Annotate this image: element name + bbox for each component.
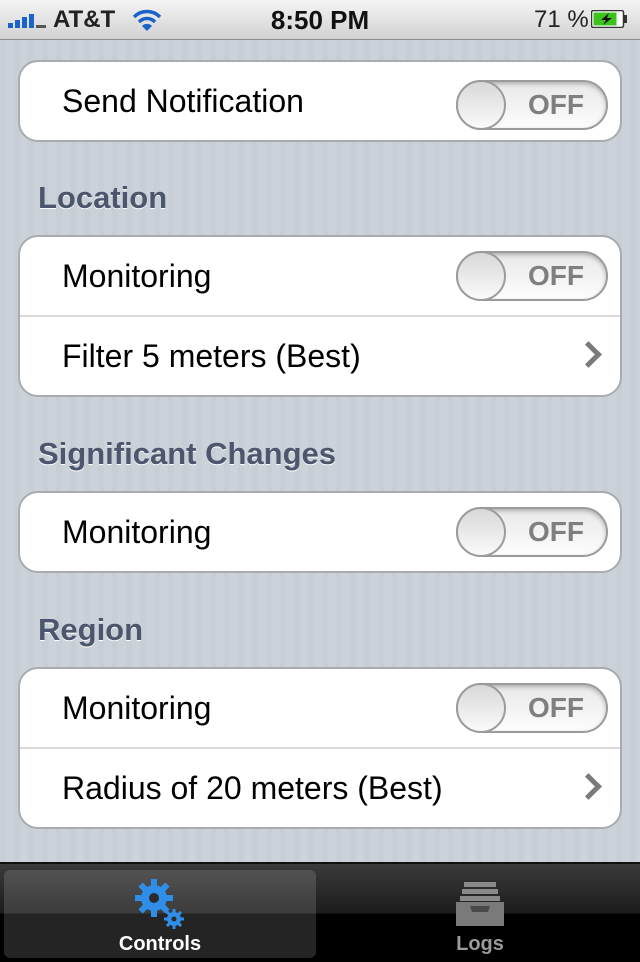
location-monitoring-cell: Monitoring OFF: [20, 237, 620, 315]
tab-bar: Controls Logs: [0, 862, 640, 962]
location-monitoring-toggle[interactable]: OFF: [456, 251, 608, 301]
location-monitoring-label: Monitoring: [62, 258, 212, 294]
chevron-right-icon: [575, 773, 602, 800]
location-filter-cell[interactable]: Filter 5 meters (Best): [20, 315, 620, 393]
tab-logs[interactable]: Logs: [324, 870, 636, 958]
send-notification-cell: Send Notification OFF: [20, 62, 620, 140]
toggle-state-text: OFF: [528, 692, 584, 723]
location-filter-label: Filter 5 meters (Best): [62, 338, 361, 374]
region-monitoring-cell: Monitoring OFF: [20, 669, 620, 747]
toggle-knob: [456, 80, 506, 130]
toggle-knob: [456, 683, 506, 733]
chevron-right-icon: [575, 341, 602, 368]
notification-group: Send Notification OFF: [18, 60, 622, 142]
battery-charging-icon: [591, 10, 627, 28]
toggle-state-text: OFF: [528, 89, 584, 120]
gears-icon: [135, 879, 184, 929]
significant-changes-monitoring-cell: Monitoring OFF: [20, 493, 620, 571]
region-monitoring-label: Monitoring: [62, 690, 212, 726]
toggle-state-text: OFF: [528, 516, 584, 547]
region-radius-label: Radius of 20 meters (Best): [62, 770, 443, 806]
region-group: Monitoring OFF Radius of 20 meters (Best…: [18, 667, 622, 829]
location-section-header: Location: [38, 180, 168, 215]
send-notification-toggle[interactable]: OFF: [456, 80, 608, 130]
toggle-knob: [456, 251, 506, 301]
significant-changes-monitoring-label: Monitoring: [62, 514, 212, 550]
significant-changes-monitoring-toggle[interactable]: OFF: [456, 507, 608, 557]
toggle-knob: [456, 507, 506, 557]
battery-percent: 71 %: [534, 6, 589, 33]
status-bar: AT&T 8:50 PM 71 %: [0, 0, 640, 40]
region-monitoring-toggle[interactable]: OFF: [456, 683, 608, 733]
significant-changes-group: Monitoring OFF: [18, 491, 622, 573]
tab-controls-label: Controls: [118, 933, 202, 955]
send-notification-label: Send Notification: [62, 83, 304, 119]
tab-logs-label: Logs: [456, 933, 504, 955]
region-radius-cell[interactable]: Radius of 20 meters (Best): [20, 747, 620, 825]
location-group: Monitoring OFF Filter 5 meters (Best): [18, 235, 622, 397]
inbox-tray-icon: [456, 882, 504, 926]
tab-controls[interactable]: Controls: [4, 870, 316, 958]
region-section-header: Region: [38, 612, 144, 647]
significant-changes-section-header: Significant Changes: [38, 436, 336, 471]
toggle-state-text: OFF: [528, 260, 584, 291]
